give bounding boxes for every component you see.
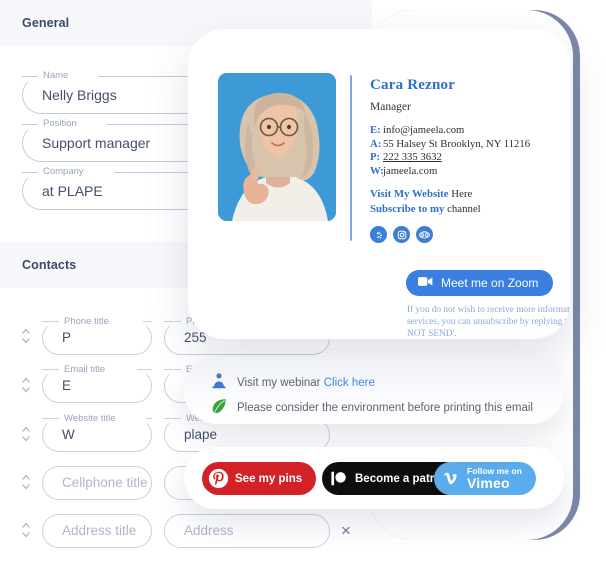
green-leaf-icon: [210, 397, 228, 418]
contact-row-0-value-topline-left: [164, 321, 181, 322]
tripadvisor-icon[interactable]: [416, 226, 433, 244]
drag-handle-icon[interactable]: [19, 519, 33, 541]
contact-row-1-title-topline-left: [42, 369, 59, 370]
contact-row-0-title-topline-left: [42, 321, 59, 322]
webinar-presenter-icon: [210, 372, 228, 393]
social-buttons-card: See my pins Become a patron Follow me on…: [184, 447, 564, 509]
signature-link-subscribe-rest: channel: [444, 202, 481, 215]
signature-content: Cara Reznor Manager E: info@jameela.com A…: [218, 73, 546, 244]
meet-me-on-zoom-button[interactable]: Meet me on Zoom: [406, 270, 554, 296]
avatar: [218, 73, 336, 221]
contact-row-2-title-topline-right: [146, 418, 152, 419]
pinterest-button[interactable]: See my pins: [202, 462, 317, 495]
patreon-icon: [322, 462, 355, 495]
signature-contact-email: E: info@jameela.com: [370, 124, 530, 138]
contact-row-2-title-value: W: [62, 427, 75, 442]
contact-row-2-title-input[interactable]: Website title W: [42, 412, 152, 452]
general-section-title: General: [22, 16, 70, 30]
contact-row-2-value-topline-left: [164, 418, 181, 419]
signature-contact-email-value[interactable]: info@jameela.com: [383, 124, 464, 136]
signature-role: Manager: [370, 101, 411, 113]
contact-row-4-value-input[interactable]: Address: [164, 514, 330, 548]
signature-contact-website-key: W:: [370, 164, 384, 177]
contact-row-0-title-value: P: [62, 330, 72, 345]
webinar-row: Visit my webinar Click here: [210, 372, 375, 393]
contact-row-3-title-placeholder: Cellphone title: [62, 475, 148, 490]
drag-handle-icon[interactable]: [19, 423, 33, 445]
webinar-click-here-link[interactable]: Click here: [324, 377, 375, 389]
field-position-topline-left: [22, 124, 38, 125]
webinar-text-label: Visit my webinar: [237, 376, 324, 389]
vimeo-button-label: Follow me on Vimeo: [467, 466, 536, 491]
email-signature-card: Cara Reznor Manager E: info@jameela.com A…: [188, 29, 570, 339]
vimeo-button[interactable]: Follow me on Vimeo: [434, 462, 536, 495]
contact-row-0-title-input[interactable]: Phone title P: [42, 315, 152, 355]
signature-details: Cara Reznor Manager E: info@jameela.com A…: [370, 73, 530, 244]
eco-row: Please consider the environment before p…: [210, 397, 533, 418]
signature-contact-address-key: A:: [370, 137, 382, 150]
signature-link-website-rest: Here: [448, 188, 473, 201]
signature-contact-website-value[interactable]: jameela.com: [383, 165, 437, 177]
signature-links: Visit My Website Here Subscribe to my ch…: [370, 187, 530, 216]
vimeo-icon: [434, 462, 467, 495]
signature-social-icons: [370, 226, 530, 244]
signature-contact-phone: P: 222 335 3632: [370, 151, 530, 165]
video-camera-icon: [418, 274, 433, 292]
contact-row-4-title-input[interactable]: Address title: [42, 514, 152, 548]
signature-link-subscribe-bold: Subscribe to my: [370, 202, 445, 215]
contact-row-4-title-placeholder: Address title: [62, 523, 137, 538]
field-name-value: Nelly Briggs: [42, 87, 117, 103]
signature-contact-email-key: E:: [370, 124, 381, 136]
remove-row-icon[interactable]: ×: [336, 521, 356, 541]
signature-divider: [350, 75, 352, 242]
signature-disclaimer: If you do not wish to receive more infor…: [407, 305, 570, 339]
vimeo-button-label-big: Vimeo: [467, 474, 510, 491]
signature-link-website[interactable]: Visit My Website Here: [370, 187, 530, 202]
pinterest-icon: [202, 462, 235, 495]
signature-contact-list: E: info@jameela.com A: 55 Halsey St Brookl…: [370, 124, 530, 178]
contact-row-1-title-input[interactable]: Email title E: [42, 363, 152, 403]
webinar-text: Visit my webinar Click here: [237, 377, 375, 389]
signature-link-subscribe[interactable]: Subscribe to my channel: [370, 202, 530, 217]
signature-contact-phone-key: P:: [370, 151, 381, 164]
meet-me-on-zoom-label: Meet me on Zoom: [441, 276, 539, 290]
drag-handle-icon[interactable]: [19, 471, 33, 493]
eco-text: Please consider the environment before p…: [237, 401, 533, 414]
contact-row-1-title-topline-right: [137, 369, 152, 370]
drag-handle-icon[interactable]: [19, 374, 33, 396]
drag-handle-icon[interactable]: [19, 325, 33, 347]
signature-contact-phone-value[interactable]: 222 335 3632: [383, 151, 442, 163]
webinar-banner-card: Visit my webinar Click here Please consi…: [184, 357, 564, 424]
contact-row-4-value-placeholder: Address: [184, 523, 234, 538]
signature-contact-website: W:jameela.com: [370, 165, 530, 179]
contact-row-0-title-topline-right: [143, 321, 152, 322]
field-company-topline-left: [22, 172, 38, 173]
signature-link-website-bold: Visit My Website: [370, 188, 449, 201]
signature-contact-address-value: 55 Halsey St Brooklyn, NY 11216: [383, 137, 531, 150]
instagram-icon[interactable]: [393, 226, 410, 244]
yelp-icon[interactable]: [370, 226, 387, 244]
app-screenshot: General Name Nelly Briggs Position Suppo…: [0, 0, 606, 563]
contact-row-1-title-value: E: [62, 378, 72, 393]
contacts-section-title: Contacts: [22, 258, 77, 272]
signature-name: Cara Reznor: [370, 77, 456, 93]
contact-row-2-title-topline-left: [42, 418, 59, 419]
contact-row-1-value-topline-left: [164, 369, 181, 370]
pinterest-button-label: See my pins: [235, 472, 303, 485]
contact-row-3-title-input[interactable]: Cellphone title: [42, 466, 152, 500]
field-position-value: Support manager: [42, 135, 151, 151]
field-company-value: at PLAPE: [42, 183, 103, 199]
field-name-topline-left: [22, 76, 38, 77]
signature-contact-address: A: 55 Halsey St Brooklyn, NY 11216: [370, 138, 530, 152]
